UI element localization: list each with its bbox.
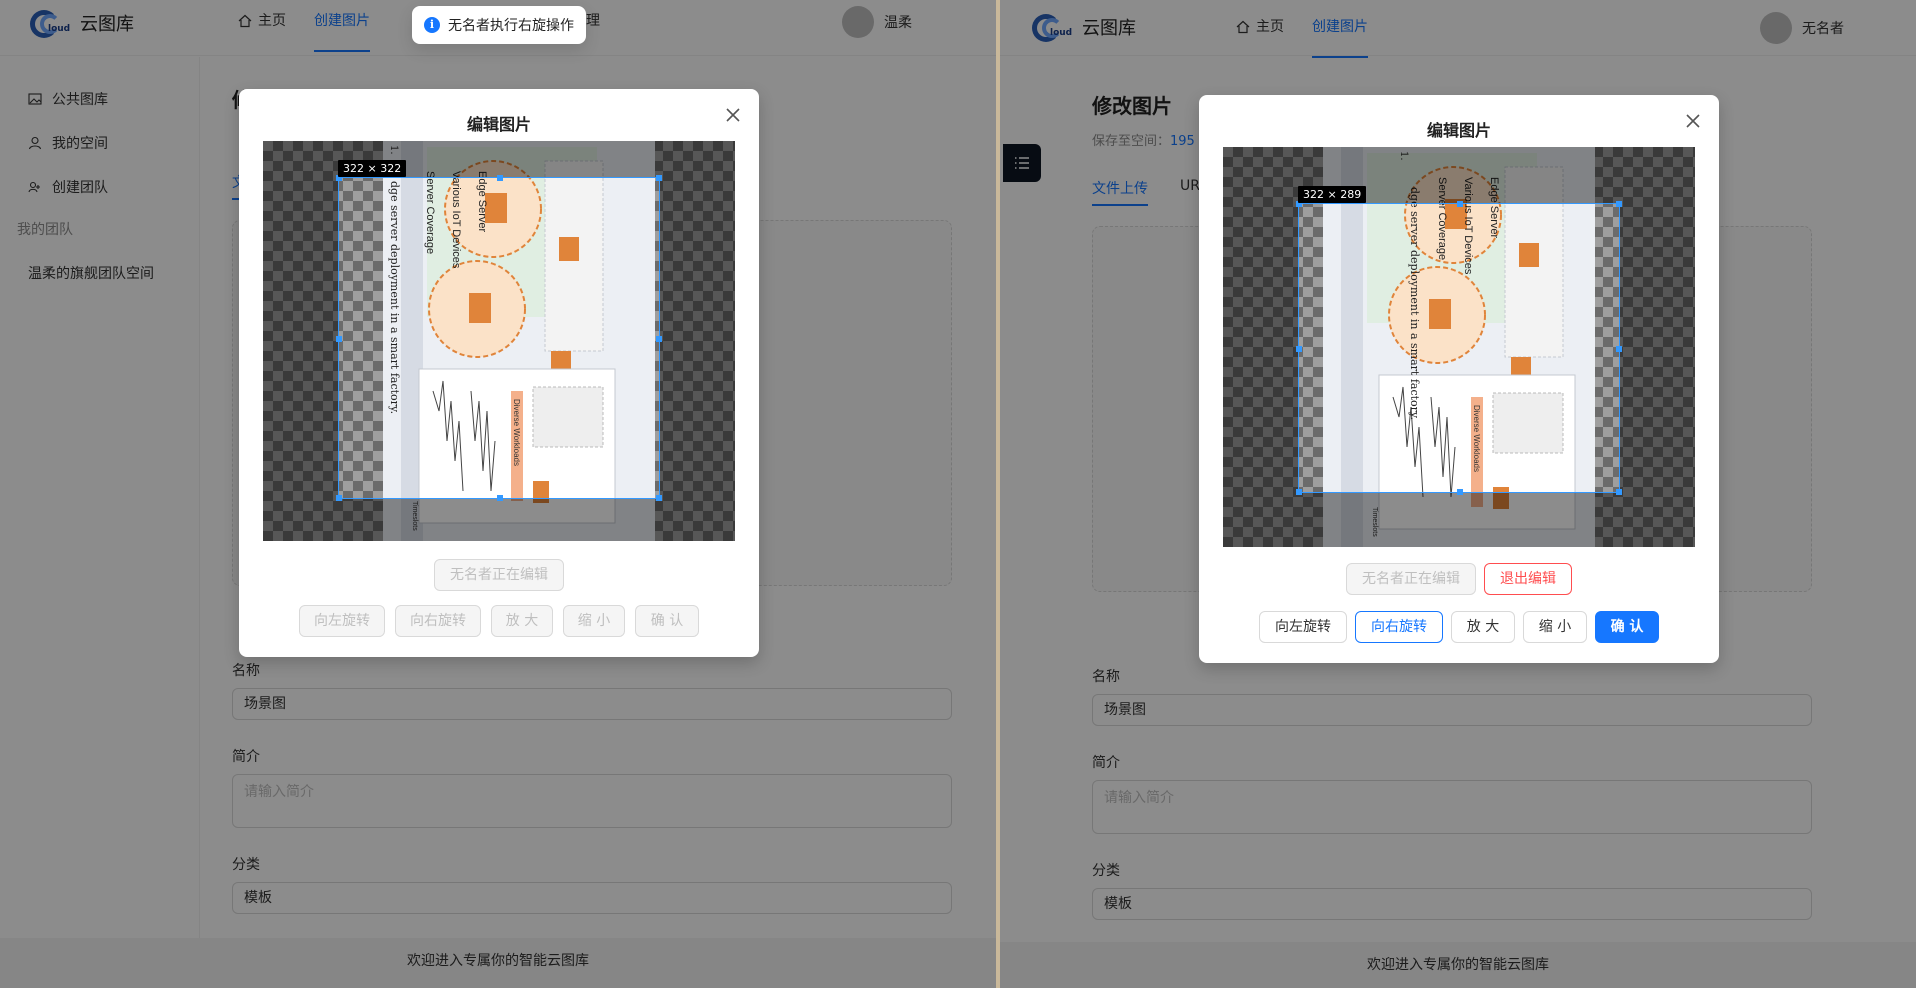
crop-mask <box>263 499 735 541</box>
close-icon[interactable] <box>723 105 743 125</box>
crop-selection[interactable] <box>336 175 662 501</box>
confirm-button[interactable]: 确 认 <box>1595 611 1659 643</box>
crop-mask <box>1223 147 1298 493</box>
crop-handle[interactable] <box>1616 201 1622 207</box>
crop-handle[interactable] <box>1616 489 1622 495</box>
editing-status-button: 无名者正在编辑 <box>434 559 564 591</box>
crop-selection[interactable] <box>1296 201 1622 495</box>
crop-size-label: 322 × 322 <box>338 160 407 177</box>
crop-handle[interactable] <box>1616 346 1622 352</box>
crop-handle[interactable] <box>1457 201 1463 207</box>
crop-size-label: 322 × 289 <box>1298 186 1367 203</box>
close-icon[interactable] <box>1683 111 1703 131</box>
modal-title: 编辑图片 <box>466 115 531 134</box>
crop-mask <box>1223 493 1695 547</box>
crop-handle[interactable] <box>336 495 342 501</box>
left-browser-window: loud 云图库 主页 创建图片 空间管理 温柔 公共图库 我的空间 <box>0 0 996 988</box>
exit-edit-button[interactable]: 退出编辑 <box>1484 563 1572 595</box>
edit-image-modal: 编辑图片 dge server deployment in a smart fa… <box>1199 95 1719 663</box>
crop-handle[interactable] <box>336 336 342 342</box>
crop-handle[interactable] <box>656 175 662 181</box>
crop-handle[interactable] <box>497 175 503 181</box>
rotate-left-button[interactable]: 向左旋转 <box>1259 611 1347 643</box>
edit-image-modal: 编辑图片 dge server deployment in a smart fa… <box>239 89 759 657</box>
crop-handle[interactable] <box>1457 489 1463 495</box>
confirm-button[interactable]: 确 认 <box>635 605 699 637</box>
editing-status-button: 无名者正在编辑 <box>1346 563 1476 595</box>
zoom-in-button[interactable]: 放 大 <box>491 605 553 637</box>
rotate-right-button[interactable]: 向右旋转 <box>1355 611 1443 643</box>
crop-handle[interactable] <box>656 336 662 342</box>
image-cropper[interactable]: dge server deployment in a smart factory… <box>1223 147 1695 547</box>
modal-title: 编辑图片 <box>1426 121 1491 140</box>
crop-mask <box>263 141 338 499</box>
crop-mask <box>1620 147 1695 493</box>
image-cropper[interactable]: dge server deployment in a smart factory… <box>263 141 735 541</box>
zoom-out-button[interactable]: 缩 小 <box>1523 611 1587 643</box>
zoom-in-button[interactable]: 放 大 <box>1451 611 1515 643</box>
crop-handle[interactable] <box>1296 346 1302 352</box>
crop-mask <box>660 141 735 499</box>
right-browser-window: loud 云图库 主页 创建图片 无名者 修改图片 保存至空间：195 文件上传… <box>1000 0 1916 988</box>
rotate-left-button[interactable]: 向左旋转 <box>299 605 385 637</box>
operation-toast: i 无名者执行右旋操作 <box>412 6 586 44</box>
crop-handle[interactable] <box>497 495 503 501</box>
zoom-out-button[interactable]: 缩 小 <box>563 605 625 637</box>
rotate-right-button[interactable]: 向右旋转 <box>395 605 481 637</box>
crop-handle[interactable] <box>1296 489 1302 495</box>
info-icon: i <box>424 17 440 33</box>
crop-handle[interactable] <box>656 495 662 501</box>
